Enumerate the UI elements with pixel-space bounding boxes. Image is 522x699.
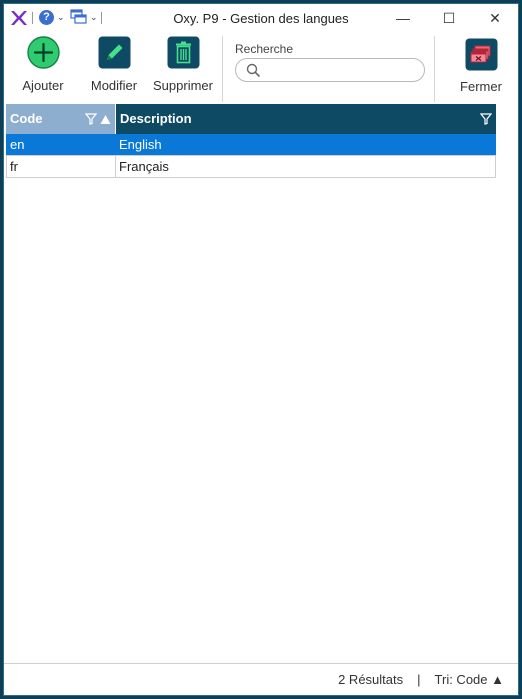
close-window-button[interactable]: ✕ — [472, 4, 518, 32]
add-button[interactable]: Ajouter — [20, 36, 66, 93]
cell-code[interactable]: en — [6, 134, 115, 155]
search-icon — [246, 63, 260, 77]
results-count: 2 Résultats — [338, 672, 404, 687]
separator — [222, 36, 223, 102]
app-window: ? ⌄ ⌄ Oxy. P9 - Gestion des langues — ☐ … — [3, 3, 519, 696]
header-icons — [480, 104, 492, 134]
filter-icon[interactable] — [85, 113, 97, 125]
edit-icon — [98, 36, 130, 69]
delete-button[interactable]: Supprimer — [153, 36, 213, 93]
trash-icon — [167, 36, 199, 69]
search-field[interactable] — [235, 58, 425, 82]
table-row[interactable]: fr Français — [6, 156, 496, 178]
search-label: Recherche — [235, 42, 294, 56]
filter-icon[interactable] — [480, 113, 492, 125]
column-header-description[interactable]: Description — [115, 104, 496, 134]
title-bar: ? ⌄ ⌄ Oxy. P9 - Gestion des langues — ☐ … — [4, 4, 518, 32]
status-bar: 2 Résultats | Tri: Code ▲ — [4, 663, 518, 695]
cell-code[interactable]: fr — [6, 156, 115, 177]
toolbar: Ajouter Modifier Supprimer Recherche Fer… — [4, 32, 518, 104]
edit-button[interactable]: Modifier — [88, 36, 140, 93]
delete-label: Supprimer — [153, 78, 213, 93]
column-header-label: Code — [10, 111, 43, 126]
add-label: Ajouter — [22, 78, 64, 93]
sort-indicator[interactable]: Tri: Code ▲ — [435, 672, 504, 687]
close-button[interactable]: Fermer — [456, 36, 506, 94]
header-icons — [85, 104, 111, 134]
add-icon — [26, 36, 60, 69]
close-icon — [465, 38, 497, 71]
column-header-label: Description — [120, 111, 192, 126]
close-label: Fermer — [460, 79, 502, 94]
search-input[interactable] — [266, 62, 416, 78]
cell-description[interactable]: English — [115, 134, 496, 155]
edit-label: Modifier — [90, 78, 138, 93]
sort-ascending-icon[interactable] — [100, 114, 111, 125]
minimize-button[interactable]: — — [380, 4, 426, 32]
status-separator: | — [417, 672, 421, 687]
column-header-code[interactable]: Code — [6, 104, 115, 134]
maximize-button[interactable]: ☐ — [426, 4, 472, 32]
table-row[interactable]: en English — [6, 134, 496, 156]
languages-table: Code Description en English fr Français — [6, 104, 496, 178]
cell-description[interactable]: Français — [115, 156, 496, 177]
separator — [434, 36, 435, 102]
status-text: 2 Résultats | Tri: Code ▲ — [338, 672, 504, 687]
table-header: Code Description — [6, 104, 496, 134]
